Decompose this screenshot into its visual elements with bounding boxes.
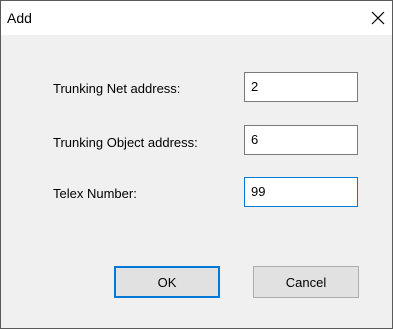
telex-number-label: Telex Number: <box>53 186 137 201</box>
ok-button[interactable]: OK <box>114 266 220 298</box>
add-dialog: Add Trunking Net address: 2 Trunking Obj… <box>0 0 393 329</box>
trunking-net-address-label: Trunking Net address: <box>53 81 181 96</box>
close-button[interactable] <box>364 1 392 35</box>
trunking-object-address-field[interactable]: 6 <box>244 125 358 155</box>
trunking-object-address-label: Trunking Object address: <box>53 135 198 150</box>
close-icon <box>371 11 385 25</box>
cancel-button[interactable]: Cancel <box>253 266 359 298</box>
title-bar: Add <box>1 1 392 35</box>
dialog-title: Add <box>7 10 32 26</box>
telex-number-field[interactable]: 99 <box>244 177 358 207</box>
trunking-net-address-field[interactable]: 2 <box>244 72 358 102</box>
